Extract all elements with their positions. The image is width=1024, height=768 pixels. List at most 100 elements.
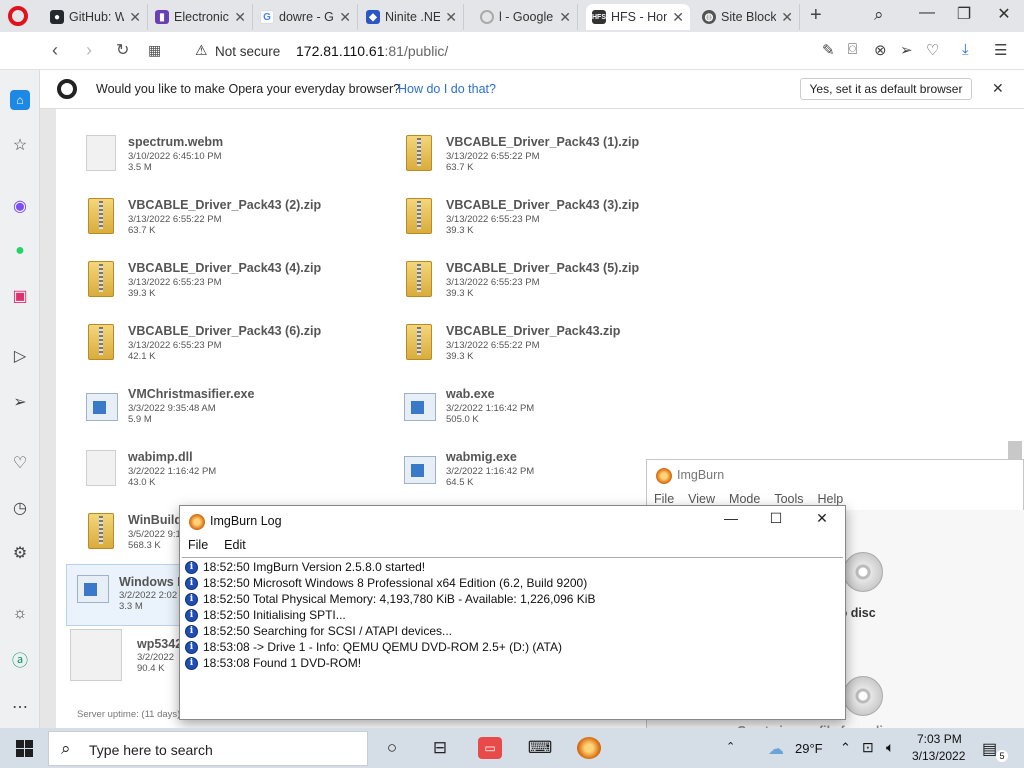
- whatsapp-icon[interactable]: ●: [10, 241, 30, 261]
- write-disc-icon[interactable]: [843, 552, 883, 592]
- notifications-icon[interactable]: ▤: [982, 739, 997, 759]
- set-default-button[interactable]: Yes, set it as default browser: [800, 78, 972, 100]
- file-item[interactable]: VBCABLE_Driver_Pack43 (4).zip 3/13/2022 …: [78, 257, 388, 315]
- forward-button[interactable]: ›: [86, 40, 92, 61]
- tab-google-loading[interactable]: l - Google ✕: [474, 4, 578, 30]
- more-icon[interactable]: ⋯: [10, 697, 30, 717]
- file-item[interactable]: VBCABLE_Driver_Pack43.zip 3/13/2022 6:55…: [396, 320, 706, 378]
- chevron-up-icon[interactable]: ⌃: [840, 740, 851, 756]
- close-icon[interactable]: ✕: [234, 9, 246, 26]
- star-icon[interactable]: ☆: [10, 135, 30, 155]
- tab-ninite[interactable]: ◆ Ninite .NE ✕: [360, 4, 464, 30]
- clock-time[interactable]: 7:03 PM: [917, 732, 962, 746]
- file-name[interactable]: wab.exe: [446, 387, 495, 401]
- file-item[interactable]: wabimp.dll 3/2/2022 1:16:42 PM 43.0 K: [78, 446, 388, 504]
- home-icon[interactable]: ⌂: [10, 90, 30, 110]
- send-icon[interactable]: ➢: [10, 392, 30, 412]
- download-icon[interactable]: ⤓: [962, 41, 969, 58]
- adblock-icon[interactable]: ⊗: [874, 41, 887, 59]
- how-to-link[interactable]: How do I do that?: [398, 82, 496, 96]
- scrollbar-thumb[interactable]: [1008, 441, 1022, 461]
- file-name[interactable]: wabmig.exe: [446, 450, 517, 464]
- file-item[interactable]: VBCABLE_Driver_Pack43 (3).zip 3/13/2022 …: [396, 194, 706, 252]
- search-tabs-icon[interactable]: ⌕: [874, 5, 884, 25]
- opera-menu-icon[interactable]: [8, 6, 28, 26]
- imgburn-taskbar-icon[interactable]: [577, 737, 601, 759]
- aria-icon[interactable]: ⓐ: [10, 649, 30, 670]
- file-item[interactable]: wab.exe 3/2/2022 1:16:42 PM 505.0 K: [396, 383, 706, 441]
- file-item[interactable]: VBCABLE_Driver_Pack43 (5).zip 3/13/2022 …: [396, 257, 706, 315]
- tab-hfs[interactable]: HFS HFS - Hon ✕: [586, 4, 690, 30]
- app-com-icon[interactable]: ▭: [478, 737, 502, 759]
- warning-icon[interactable]: ⚠: [195, 42, 208, 59]
- edit-icon[interactable]: ✎: [822, 41, 835, 59]
- easy-setup-icon[interactable]: ☰: [994, 41, 1007, 59]
- clock-date[interactable]: 3/13/2022: [912, 749, 965, 763]
- back-button[interactable]: ‹: [52, 40, 58, 61]
- file-name[interactable]: VBCABLE_Driver_Pack43 (2).zip: [128, 198, 321, 212]
- messenger-icon[interactable]: ◉: [10, 196, 30, 216]
- file-name[interactable]: VBCABLE_Driver_Pack43 (1).zip: [446, 135, 639, 149]
- network-icon[interactable]: ⊡: [862, 739, 874, 756]
- reload-button[interactable]: ↻: [116, 40, 129, 60]
- maximize-button[interactable]: ☐: [764, 510, 788, 530]
- new-tab-button[interactable]: +: [810, 4, 822, 27]
- file-item[interactable]: VBCABLE_Driver_Pack43 (1).zip 3/13/2022 …: [396, 131, 706, 189]
- file-name[interactable]: wp5342: [137, 637, 182, 651]
- menu-file[interactable]: File: [180, 536, 216, 556]
- tab-google-search[interactable]: G dowre - G ✕: [254, 4, 358, 30]
- close-icon[interactable]: ✕: [781, 9, 793, 26]
- tab-github[interactable]: ● GitHub: W ✕: [44, 4, 148, 30]
- show-hidden-icons[interactable]: ⌃: [726, 740, 735, 753]
- close-window-button[interactable]: ✕: [990, 4, 1018, 24]
- file-item[interactable]: VBCABLE_Driver_Pack43 (2).zip 3/13/2022 …: [78, 194, 388, 252]
- temperature[interactable]: 29°F: [795, 741, 823, 756]
- weather-icon[interactable]: ☁: [768, 739, 784, 759]
- url-field[interactable]: 172.81.110.61:81/public/: [296, 43, 448, 59]
- send-icon[interactable]: ➢: [900, 41, 913, 59]
- camera-icon[interactable]: ⌼: [848, 41, 857, 58]
- minimize-button[interactable]: —: [719, 510, 743, 530]
- hfs-server-icon[interactable]: ⌨: [528, 737, 553, 759]
- file-name[interactable]: VBCABLE_Driver_Pack43 (4).zip: [128, 261, 321, 275]
- volume-icon[interactable]: 🔈︎: [886, 739, 894, 756]
- instagram-icon[interactable]: ▣: [10, 286, 30, 306]
- heart-icon[interactable]: ♡: [926, 41, 939, 59]
- task-view-icon[interactable]: ⊟: [428, 737, 452, 759]
- taskbar-search[interactable]: ⌕ Type here to search: [48, 731, 368, 766]
- player-icon[interactable]: ▷: [10, 346, 30, 366]
- restore-button[interactable]: ❐: [950, 4, 978, 24]
- file-name[interactable]: Windows L: [119, 575, 185, 589]
- file-name[interactable]: VBCABLE_Driver_Pack43 (6).zip: [128, 324, 321, 338]
- tab-electronic[interactable]: ▮ Electronic ✕: [149, 4, 253, 30]
- file-name[interactable]: VBCABLE_Driver_Pack43.zip: [446, 324, 620, 338]
- security-label[interactable]: Not secure: [215, 44, 280, 59]
- close-button[interactable]: ✕: [810, 510, 834, 530]
- history-icon[interactable]: ◷: [10, 498, 30, 518]
- file-name[interactable]: VMChristmasifier.exe: [128, 387, 254, 401]
- close-icon[interactable]: ✕: [445, 9, 457, 26]
- tips-icon[interactable]: ☼: [10, 604, 30, 624]
- settings-icon[interactable]: ⚙: [10, 543, 30, 563]
- log-list[interactable]: i 18:52:50 ImgBurn Version 2.5.8.0 starte…: [182, 557, 843, 717]
- windows-start-icon[interactable]: [16, 740, 33, 757]
- minimize-button[interactable]: —: [913, 4, 941, 22]
- file-name[interactable]: VBCABLE_Driver_Pack43 (5).zip: [446, 261, 639, 275]
- close-icon[interactable]: ✕: [992, 80, 1004, 97]
- file-item[interactable]: VMChristmasifier.exe 3/3/2022 9:35:48 AM…: [78, 383, 388, 441]
- file-name[interactable]: spectrum.webm: [128, 135, 223, 149]
- cortana-icon[interactable]: ○: [380, 737, 404, 759]
- close-icon[interactable]: ✕: [672, 9, 684, 26]
- heart-icon[interactable]: ♡: [10, 453, 30, 473]
- close-icon[interactable]: ✕: [559, 9, 571, 26]
- file-item[interactable]: VBCABLE_Driver_Pack43 (6).zip 3/13/2022 …: [78, 320, 388, 378]
- file-name[interactable]: VBCABLE_Driver_Pack43 (3).zip: [446, 198, 639, 212]
- file-item[interactable]: spectrum.webm 3/10/2022 6:45:10 PM 3.5 M: [78, 131, 388, 189]
- speed-dial-icon[interactable]: ▦: [148, 42, 161, 59]
- create-image-icon[interactable]: [843, 676, 883, 716]
- file-name[interactable]: wabimp.dll: [128, 450, 193, 464]
- close-icon[interactable]: ✕: [339, 9, 351, 26]
- menu-edit[interactable]: Edit: [216, 536, 254, 556]
- tab-site-blocks[interactable]: ◍ Site Blocks ✕: [696, 4, 800, 30]
- close-icon[interactable]: ✕: [129, 9, 141, 26]
